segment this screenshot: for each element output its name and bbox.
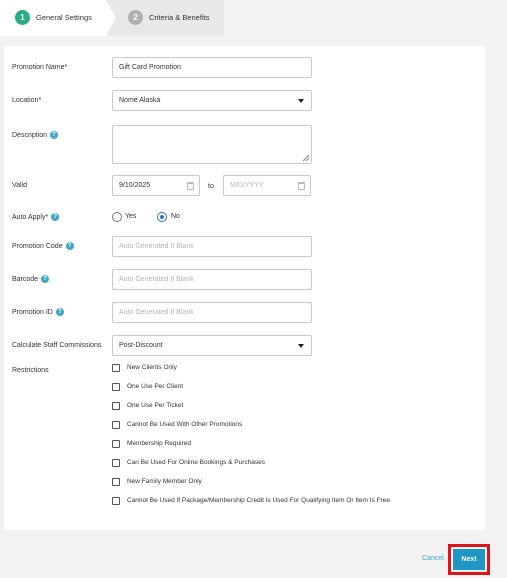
restriction-option-label: New Clients Only (127, 364, 177, 371)
restriction-option-label: Cannot Be Used With Other Promotions (127, 421, 243, 428)
restriction-checkbox[interactable] (112, 383, 120, 391)
restriction-checkbox[interactable] (112, 440, 120, 448)
restriction-checkbox[interactable] (112, 364, 120, 372)
auto-apply-yes-label: Yes (125, 213, 137, 220)
restrictions-label: Restrictions (12, 367, 49, 374)
step-label: General Settings (36, 13, 92, 22)
location-select[interactable]: Nome Alaska (112, 90, 312, 111)
help-icon[interactable]: ? (55, 308, 64, 316)
restriction-option-label: One Use Per Ticket (127, 402, 184, 409)
promotion-code-label: Promotion Code ? (12, 242, 74, 250)
cancel-link[interactable]: Cancel (422, 555, 444, 562)
barcode-label: Barcode ? (12, 275, 50, 283)
auto-apply-no-radio[interactable] (157, 212, 167, 222)
step-number-badge: 2 (128, 10, 143, 25)
help-icon[interactable]: ? (65, 242, 74, 250)
promotion-name-input[interactable]: Gift Card Promotion (112, 57, 312, 78)
step-criteria-benefits[interactable]: 2 Criteria & Benefits (106, 0, 224, 36)
restriction-option-label: Membership Required (127, 440, 191, 447)
auto-apply-no-label: No (171, 213, 180, 220)
restriction-checkbox[interactable] (112, 497, 120, 505)
next-button[interactable]: Next (453, 549, 485, 570)
restriction-checkbox[interactable] (112, 459, 120, 467)
calendar-icon[interactable] (298, 182, 305, 190)
location-label: Location* (12, 97, 42, 104)
restriction-checkbox[interactable] (112, 478, 120, 486)
valid-end-date-input[interactable]: M/D/YYYY (223, 175, 311, 196)
chevron-down-icon (298, 344, 304, 348)
valid-start-date-input[interactable]: 9/10/2025 (112, 175, 200, 196)
auto-apply-yes-radio[interactable] (112, 212, 122, 222)
restriction-checkbox[interactable] (112, 402, 120, 410)
step-label: Criteria & Benefits (149, 13, 210, 22)
help-icon[interactable]: ? (41, 275, 50, 283)
auto-apply-label: Auto Apply* ? (12, 213, 60, 221)
help-icon[interactable]: ? (51, 213, 60, 221)
restriction-option-label: Can Be Used For Online Bookings & Purcha… (127, 459, 266, 466)
promotion-name-label: Promotion Name* (12, 64, 68, 71)
promotion-code-input[interactable]: Auto Generated If Blank (112, 236, 312, 257)
restriction-option-label: New Family Member Only (127, 478, 202, 485)
help-icon[interactable]: ? (50, 131, 59, 139)
promotion-id-label: Promotion ID ? (12, 308, 64, 316)
valid-to-label: to (208, 183, 214, 190)
step-number-badge: 1 (15, 10, 30, 25)
staff-commissions-label: Calculate Staff Commissions (12, 342, 102, 349)
restriction-option-label: Cannot Be Used If Package/Membership Cre… (127, 497, 390, 504)
chevron-down-icon (298, 99, 304, 103)
promotion-id-input[interactable]: Auto Generated If Blank (112, 302, 312, 323)
calendar-icon[interactable] (187, 182, 194, 190)
restriction-option-label: One Use Per Client (127, 383, 183, 390)
description-label: Description ? (12, 131, 59, 139)
valid-label: Valid (12, 182, 28, 189)
general-settings-form: Promotion Name* Gift Card Promotion Loca… (4, 46, 485, 530)
resize-grip-icon[interactable] (303, 155, 309, 161)
description-textarea[interactable] (112, 125, 312, 164)
restriction-checkbox[interactable] (112, 421, 120, 429)
staff-commissions-select[interactable]: Post-Discount (112, 335, 312, 356)
stepper: 1 General Settings 2 Criteria & Benefits (0, 0, 224, 36)
step-general-settings[interactable]: 1 General Settings (0, 0, 116, 36)
barcode-input[interactable]: Auto Generated If Blank (112, 269, 312, 290)
